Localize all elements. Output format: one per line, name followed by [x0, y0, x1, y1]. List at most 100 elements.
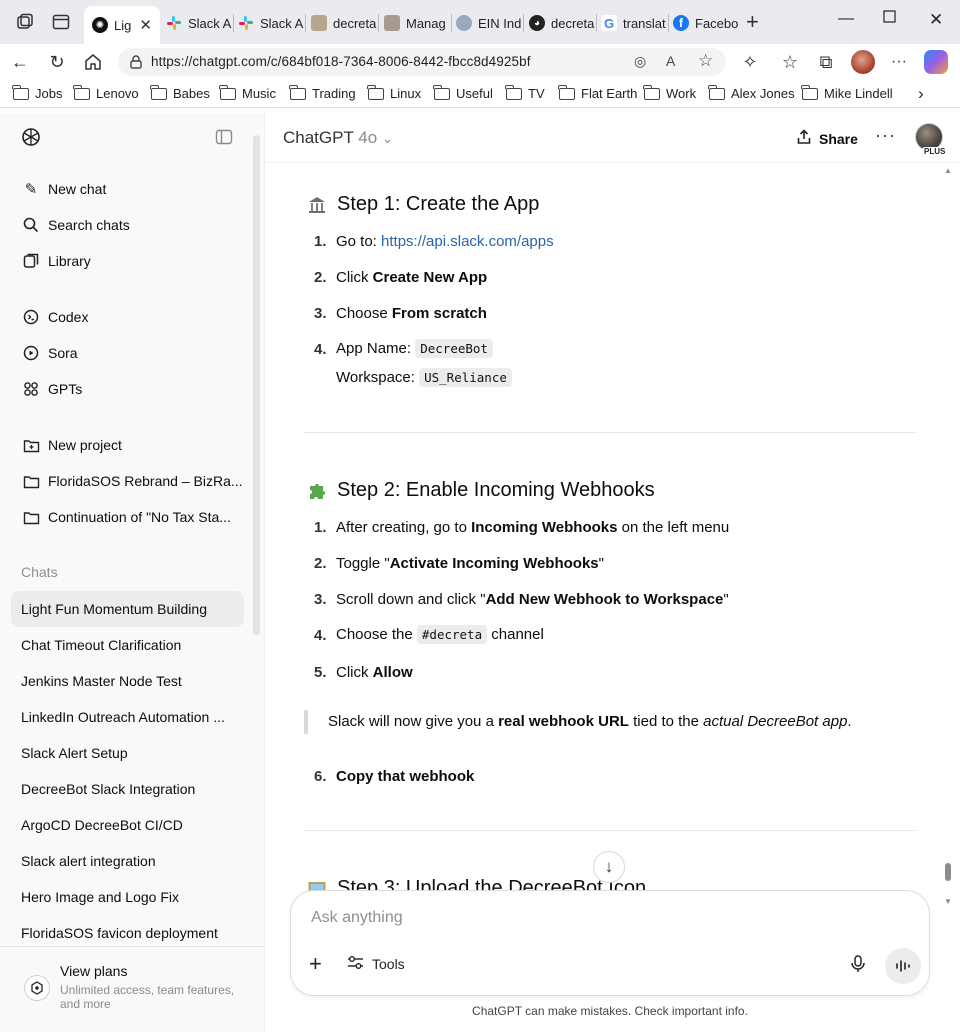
sidebar-item-sora[interactable]: Sora — [11, 335, 244, 371]
bold-text: Activate Incoming Webhooks — [389, 555, 599, 572]
chat-list-item[interactable]: LinkedIn Outreach Automation ... — [11, 699, 244, 735]
chat-list-item[interactable]: Slack Alert Setup — [11, 735, 244, 771]
tab[interactable]: decreta — [311, 8, 377, 38]
url-text: https://chatgpt.com/c/684bf018-7364-8006… — [151, 54, 531, 69]
text: Go to: — [336, 233, 382, 250]
tab-divider — [668, 14, 669, 32]
tab[interactable]: Slack A — [166, 8, 232, 38]
view-plans-button[interactable]: View plans Unlimited access, team featur… — [11, 955, 244, 1017]
close-icon[interactable]: ✕ — [139, 16, 152, 34]
tab[interactable]: EIN Ind — [456, 8, 522, 38]
window-close-icon[interactable]: ✕ — [929, 10, 943, 30]
chat-list-item[interactable]: Chat Timeout Clarification — [11, 627, 244, 663]
prompt-input[interactable] — [311, 909, 871, 927]
read-aloud-icon[interactable]: A — [666, 53, 675, 69]
chatgpt-logo-icon[interactable] — [20, 126, 42, 148]
list-number: 1. — [314, 233, 327, 250]
share-button[interactable]: Share — [796, 129, 858, 148]
scroll-down-arrow-icon[interactable]: ▼ — [944, 897, 952, 906]
bold-text: Copy that webhook — [336, 768, 475, 785]
sidebar-item-library[interactable]: Library — [11, 243, 244, 279]
chat-list-item[interactable]: Jenkins Master Node Test — [11, 663, 244, 699]
favorites-icon[interactable]: ☆ — [778, 50, 802, 74]
site-info-icon[interactable] — [128, 54, 144, 75]
main-panel: ChatGPT 4o ⌄ Share ··· PLUS Step 1: Crea… — [266, 113, 960, 1032]
favorite-star-icon[interactable]: ☆ — [698, 51, 713, 71]
view-plans-title: View plans — [60, 963, 128, 979]
sidebar-scrollbar[interactable] — [253, 135, 260, 635]
tab[interactable]: Slack A — [238, 8, 304, 38]
chat-title: Slack alert integration — [21, 853, 156, 869]
list-item: Go to: https://api.slack.com/apps — [336, 233, 554, 250]
extensions-icon[interactable]: ✧ — [738, 50, 762, 74]
model-selector[interactable]: ChatGPT 4o ⌄ — [283, 128, 393, 148]
bookmark-folder[interactable]: Alex Jones — [708, 84, 795, 101]
tab-label: decreta — [551, 15, 595, 31]
sidebar-item-codex[interactable]: Codex — [11, 299, 244, 335]
arrow-down-icon: ↓ — [604, 857, 614, 876]
back-icon[interactable]: ← — [8, 50, 32, 74]
bookmark-folder[interactable]: Lenovo — [73, 84, 139, 101]
bookmark-folder[interactable]: Linux — [367, 84, 421, 101]
tools-button[interactable]: Tools — [347, 955, 405, 973]
address-bar[interactable]: https://chatgpt.com/c/684bf018-7364-8006… — [118, 48, 726, 76]
collections-icon[interactable]: ⧉ — [814, 50, 838, 74]
chat-list-item[interactable]: Hero Image and Logo Fix — [11, 879, 244, 915]
sidebar-item-new-project[interactable]: New project — [11, 427, 244, 463]
bookmark-folder[interactable]: Jobs — [12, 84, 62, 101]
sidebar-item-gpts[interactable]: GPTs — [11, 371, 244, 407]
bookmark-folder[interactable]: Mike Lindell — [801, 84, 893, 101]
scroll-up-arrow-icon[interactable]: ▲ — [944, 166, 952, 175]
sidebar-item-label: New chat — [48, 181, 107, 197]
bookmark-folder[interactable]: Music — [219, 84, 276, 101]
sidebar-item-label: New project — [48, 437, 122, 453]
main-scrollbar[interactable]: ▲ ▼ — [942, 163, 954, 915]
chat-list-item[interactable]: ArgoCD DecreeBot CI/CD — [11, 807, 244, 843]
bold-text: Add New Webhook to Workspace — [485, 591, 724, 608]
more-bookmarks-chevron-icon[interactable]: › — [918, 84, 924, 104]
add-attachment-button[interactable]: + — [309, 953, 322, 975]
scroll-to-bottom-button[interactable]: ↓ — [593, 851, 625, 883]
profile-avatar[interactable] — [851, 50, 875, 74]
folder-icon — [643, 84, 660, 100]
folder-icon — [367, 84, 384, 100]
tab[interactable]: Manag — [384, 8, 450, 38]
tab[interactable]: f Facebo — [673, 8, 739, 38]
maximize-icon[interactable] — [883, 10, 896, 28]
sidebar-item-project[interactable]: Continuation of "No Tax Sta... — [11, 499, 244, 535]
tab[interactable]: ◕ decreta — [529, 8, 595, 38]
sidebar-item-search-chats[interactable]: Search chats — [11, 207, 244, 243]
bookmark-folder[interactable]: Useful — [433, 84, 493, 101]
tracking-prevention-icon[interactable]: ◎ — [634, 53, 646, 70]
copilot-icon[interactable] — [924, 50, 948, 74]
chat-list-item[interactable]: Slack alert integration — [11, 843, 244, 879]
bookmark-folder[interactable]: Work — [643, 84, 696, 101]
slack-apps-link[interactable]: https://api.slack.com/apps — [381, 233, 554, 250]
bookmark-folder[interactable]: Babes — [150, 84, 210, 101]
workspaces-icon[interactable] — [16, 13, 34, 31]
bookmark-folder[interactable]: TV — [505, 84, 545, 101]
sidebar-item-project[interactable]: FloridaSOS Rebrand – BizRa... — [11, 463, 244, 499]
text: Choose — [336, 305, 392, 322]
list-item: App Name: DecreeBot — [336, 339, 493, 358]
home-icon[interactable] — [81, 50, 105, 74]
microphone-icon[interactable] — [850, 955, 866, 978]
refresh-icon[interactable]: ↻ — [45, 50, 69, 74]
tab-active[interactable]: ✺ Lig ✕ — [84, 6, 160, 44]
step-title: Step 2: Enable Incoming Webhooks — [337, 479, 655, 501]
chats-section-heading: Chats — [21, 564, 58, 580]
bookmark-folder[interactable]: Trading — [289, 84, 356, 101]
vertical-tabs-icon[interactable] — [52, 13, 70, 31]
chat-list-item[interactable]: DecreeBot Slack Integration — [11, 771, 244, 807]
sidebar-item-new-chat[interactable]: ✎ New chat — [11, 171, 244, 207]
minimize-icon[interactable]: — — [838, 10, 854, 28]
settings-more-icon[interactable]: ··· — [887, 50, 911, 74]
tab[interactable]: G translat — [601, 8, 667, 38]
more-options-icon[interactable]: ··· — [875, 125, 896, 146]
toggle-sidebar-icon[interactable] — [215, 128, 233, 146]
chat-list-item[interactable]: Light Fun Momentum Building — [11, 591, 244, 627]
bookmark-folder[interactable]: Flat Earth — [558, 84, 637, 101]
voice-mode-button[interactable] — [885, 948, 921, 984]
scrollbar-thumb[interactable] — [945, 863, 951, 881]
new-tab-button[interactable]: + — [746, 9, 759, 35]
